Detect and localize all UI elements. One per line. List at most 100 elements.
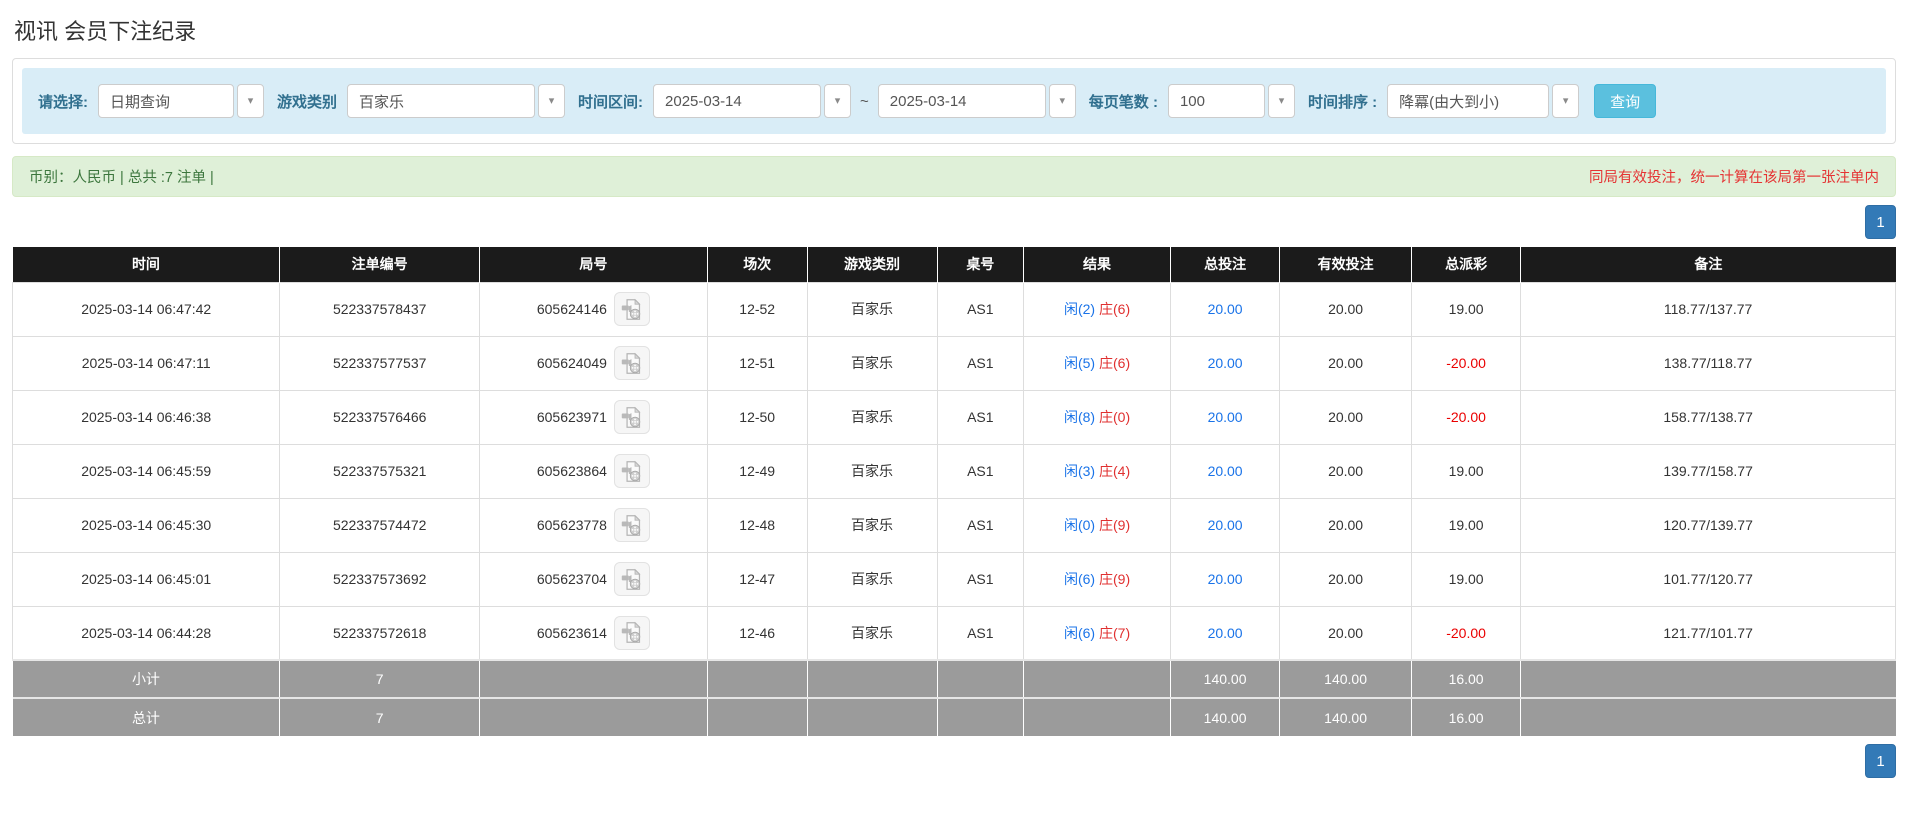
col-header-result: 结果	[1024, 247, 1171, 282]
video-replay-button[interactable]	[614, 346, 650, 380]
date-to-caret-button[interactable]: ▾	[1049, 84, 1076, 118]
time-sort-value: 降冪(由大到小)	[1399, 91, 1499, 112]
video-replay-button[interactable]	[614, 400, 650, 434]
subtotal-valid-bet: 140.00	[1280, 660, 1412, 698]
cell-result: 闲(3) 庄(4)	[1024, 444, 1171, 498]
cell-table-no: AS1	[937, 444, 1024, 498]
total-bet-link[interactable]: 20.00	[1208, 301, 1243, 317]
query-type-select[interactable]: 日期查询	[98, 84, 234, 118]
page-size-select[interactable]: 100	[1168, 84, 1265, 118]
payout-value: 19.00	[1449, 463, 1484, 479]
video-replay-button[interactable]	[614, 508, 650, 542]
date-range-label: 时间区间:	[578, 91, 643, 112]
date-from-caret-button[interactable]: ▾	[824, 84, 851, 118]
total-bet-link[interactable]: 20.00	[1208, 517, 1243, 533]
round-id-value: 605623614	[537, 625, 607, 641]
cell-valid-bet: 20.00	[1280, 282, 1412, 336]
game-type-label: 游戏类别	[277, 91, 337, 112]
result-player: 闲(8)	[1064, 409, 1095, 425]
cell-total-bet: 20.00	[1170, 444, 1279, 498]
cell-result: 闲(8) 庄(0)	[1024, 390, 1171, 444]
video-replay-button[interactable]	[614, 454, 650, 488]
col-header-total-bet: 总投注	[1170, 247, 1279, 282]
cell-result: 闲(5) 庄(6)	[1024, 336, 1171, 390]
payout-value: -20.00	[1446, 625, 1486, 641]
currency-total-text: 币别：人民币 | 总共 :7 注单 |	[29, 166, 214, 187]
total-bet-link[interactable]: 20.00	[1208, 571, 1243, 587]
payout-value: 19.00	[1449, 517, 1484, 533]
cell-session: 12-49	[707, 444, 807, 498]
date-from-input[interactable]: 2025-03-14	[653, 84, 821, 118]
cell-game-type: 百家乐	[807, 336, 937, 390]
total-bet-link[interactable]: 20.00	[1208, 409, 1243, 425]
date-to-value: 2025-03-14	[890, 93, 967, 110]
date-to-input[interactable]: 2025-03-14	[878, 84, 1046, 118]
total-bet-link[interactable]: 20.00	[1208, 355, 1243, 371]
result-banker: 庄(9)	[1099, 517, 1130, 533]
table-row: 2025-03-14 06:45:30522337574472605623778…	[13, 498, 1896, 552]
cell-payout: -20.00	[1411, 606, 1520, 660]
chevron-down-icon: ▾	[1060, 96, 1066, 107]
cell-bet-id: 522337576466	[280, 390, 480, 444]
video-replay-button[interactable]	[614, 292, 650, 326]
page-title: 视讯 会员下注纪录	[12, 0, 1896, 58]
total-bet-link[interactable]: 20.00	[1208, 463, 1243, 479]
payout-value: -20.00	[1446, 409, 1486, 425]
cell-session: 12-50	[707, 390, 807, 444]
records-table: 时间 注单编号 局号 场次 游戏类别 桌号 结果 总投注 有效投注 总派彩 备注…	[12, 247, 1896, 736]
result-player: 闲(5)	[1064, 355, 1095, 371]
cell-remark: 118.77/137.77	[1521, 282, 1896, 336]
col-header-time: 时间	[13, 247, 280, 282]
cell-total-bet: 20.00	[1170, 498, 1279, 552]
cell-round-id: 605623704	[479, 552, 707, 606]
payout-value: 19.00	[1449, 571, 1484, 587]
game-type-caret-button[interactable]: ▾	[538, 84, 565, 118]
time-sort-caret-button[interactable]: ▾	[1552, 84, 1579, 118]
pagination-top: 1	[12, 205, 1896, 239]
time-sort-select[interactable]: 降冪(由大到小)	[1387, 84, 1549, 118]
result-banker: 庄(7)	[1099, 625, 1130, 641]
cell-round-id: 605624146	[479, 282, 707, 336]
round-id-value: 605624146	[537, 301, 607, 317]
pagination-page-1-button-bottom[interactable]: 1	[1865, 744, 1896, 778]
cell-result: 闲(2) 庄(6)	[1024, 282, 1171, 336]
payout-value: -20.00	[1446, 355, 1486, 371]
total-bet-link[interactable]: 20.00	[1208, 625, 1243, 641]
subtotal-payout: 16.00	[1411, 660, 1520, 698]
page-size-caret-button[interactable]: ▾	[1268, 84, 1295, 118]
table-row: 2025-03-14 06:45:01522337573692605623704…	[13, 552, 1896, 606]
cell-payout: 19.00	[1411, 552, 1520, 606]
game-type-select[interactable]: 百家乐	[347, 84, 535, 118]
col-header-round-id: 局号	[479, 247, 707, 282]
cell-round-id: 605623614	[479, 606, 707, 660]
col-header-session: 场次	[707, 247, 807, 282]
round-id-value: 605624049	[537, 355, 607, 371]
subtotal-count: 7	[280, 660, 480, 698]
cell-remark: 158.77/138.77	[1521, 390, 1896, 444]
cell-result: 闲(0) 庄(9)	[1024, 498, 1171, 552]
total-table	[937, 698, 1024, 736]
cell-valid-bet: 20.00	[1280, 606, 1412, 660]
cell-session: 12-47	[707, 552, 807, 606]
result-player: 闲(3)	[1064, 463, 1095, 479]
video-file-icon	[620, 568, 643, 591]
subtotal-result	[1024, 660, 1171, 698]
cell-valid-bet: 20.00	[1280, 444, 1412, 498]
pagination-page-1-button-top[interactable]: 1	[1865, 205, 1896, 239]
video-replay-button[interactable]	[614, 616, 650, 650]
total-game	[807, 698, 937, 736]
cell-round-id: 605623864	[479, 444, 707, 498]
table-row: 2025-03-14 06:47:42522337578437605624146…	[13, 282, 1896, 336]
video-file-icon	[620, 460, 643, 483]
video-replay-button[interactable]	[614, 562, 650, 596]
total-count: 7	[280, 698, 480, 736]
search-button[interactable]: 查询	[1594, 84, 1656, 118]
query-type-caret-button[interactable]: ▾	[237, 84, 264, 118]
result-player: 闲(6)	[1064, 571, 1095, 587]
round-id-value: 605623704	[537, 571, 607, 587]
pagination-bottom: 1	[12, 744, 1896, 778]
cell-table-no: AS1	[937, 498, 1024, 552]
payout-value: 19.00	[1449, 301, 1484, 317]
cell-remark: 138.77/118.77	[1521, 336, 1896, 390]
cell-payout: 19.00	[1411, 444, 1520, 498]
